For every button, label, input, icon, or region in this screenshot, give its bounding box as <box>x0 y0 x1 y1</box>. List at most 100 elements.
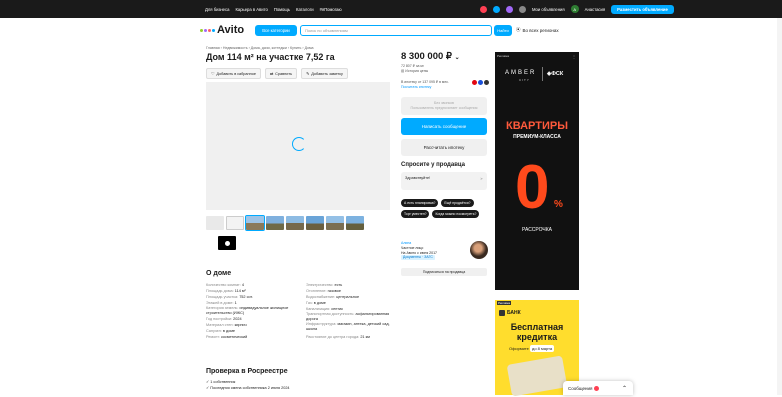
ad-label: Реклама <box>497 54 510 58</box>
bank-logo-icon <box>472 80 477 85</box>
quick-question-chip[interactable]: Ещё продаётся? <box>441 199 474 207</box>
ad-zero: 0 <box>515 153 550 222</box>
top-link-career[interactable]: Карьера в Авито <box>235 7 267 12</box>
thumbnail-photo-2[interactable] <box>266 216 284 230</box>
add-favorite-label: Добавить в избранное <box>216 71 256 76</box>
add-note-button[interactable]: ✎ Добавить заметку <box>301 68 348 79</box>
seller-docs-badge: Документы · ЗАГС <box>401 255 435 261</box>
thumbnail-photo-5[interactable] <box>326 216 344 230</box>
chevron-up-icon[interactable]: ⌃ <box>622 385 627 392</box>
top-link-catalogs[interactable]: Каталоги <box>296 7 314 12</box>
price[interactable]: 8 300 000 ₽ ⌄ <box>401 51 460 62</box>
bank-logos <box>472 80 489 85</box>
video-thumbnail[interactable] <box>218 236 236 250</box>
mortgage-link[interactable]: Посчитать ипотеку <box>401 85 487 90</box>
prop-key: Электричество: <box>306 283 334 287</box>
compare-label: Сравнить <box>275 71 293 76</box>
top-link-help-tag[interactable]: #яПомогаю <box>320 7 342 12</box>
prop-value: в доме <box>313 301 326 305</box>
post-listing-button[interactable]: Разместить объявление <box>611 4 674 14</box>
photo-thumbnails <box>206 215 364 231</box>
chart-icon: ▥ <box>401 69 405 73</box>
prop-row: Транспортная доступность: асфальтированн… <box>306 312 396 321</box>
prop-key: Категория земель: <box>206 306 239 310</box>
top-bar: Для бизнеса Карьера в Авито Помощь Катал… <box>0 0 782 18</box>
my-listings-link[interactable]: Мои объявления <box>532 7 565 12</box>
breadcrumb[interactable]: Главная › Недвижимость › Дома, дачи, кот… <box>206 46 314 50</box>
thumbnail-photo-6[interactable] <box>346 216 364 230</box>
top-link-help[interactable]: Помощь <box>274 7 290 12</box>
prop-key: Инфраструктура: <box>306 322 337 326</box>
list-item: ✓ Последняя смена собственника 2 июля 20… <box>206 386 290 390</box>
prop-key: Санузел: <box>206 329 222 333</box>
all-categories-button[interactable]: Все категории <box>255 24 297 36</box>
compare-button[interactable]: ⇄ Сравнить <box>264 68 298 79</box>
ask-seller-heading: Спросите у продавца <box>401 162 465 168</box>
seller-avatar[interactable] <box>470 241 488 259</box>
ask-seller-input[interactable]: Здравствуйте! ➤ <box>401 172 487 190</box>
thumbnail-photo-4[interactable] <box>306 216 324 230</box>
page-title: Дом 114 м² на участке 7,52 га <box>206 52 335 62</box>
about-heading: О доме <box>206 270 232 277</box>
ad-brand: AMBER <box>505 70 537 76</box>
prop-value: 752 сот. <box>239 295 253 299</box>
search-input[interactable]: Поиск по объявлениям <box>300 24 492 36</box>
more-icon[interactable]: ⋮ <box>572 54 576 59</box>
page-scrollbar[interactable] <box>777 18 782 395</box>
region-selector[interactable]: ⦿ Во всех регионах <box>516 27 559 33</box>
prop-key: Количество комнат: <box>206 283 241 287</box>
prop-value: 4 <box>241 283 244 287</box>
prop-row: Расстояние до центра города: 21 км <box>306 334 396 340</box>
thumbnail-photo-3[interactable] <box>286 216 304 230</box>
price-details: 72 807 ₽ за м² ▥ История цены <box>401 64 428 74</box>
subscribe-seller-button[interactable]: Подписаться на продавца <box>401 268 487 276</box>
add-favorite-button[interactable]: ♡ Добавить в избранное <box>206 68 261 79</box>
ad-bank-name: БАНК <box>507 310 521 316</box>
quick-question-chip[interactable]: Торг уместен? <box>401 210 430 218</box>
rosreestr-heading: Проверка в Росреестре <box>206 368 288 375</box>
avatar[interactable]: А <box>570 5 579 13</box>
ad-bank-logo: БАНК <box>499 310 521 316</box>
prop-value: 1 <box>234 301 237 305</box>
ad-banner-fsk[interactable]: Реклама ⋮ AMBER CITY ◈ФСК КВАРТИРЫ ПРЕМИ… <box>495 52 579 290</box>
unread-badge <box>594 385 600 391</box>
calculate-mortgage-button[interactable]: Рассчитать ипотеку <box>401 139 487 156</box>
prop-value: центральное <box>336 295 360 299</box>
photo-gallery[interactable] <box>206 82 390 210</box>
messages-widget[interactable]: Сообщения ⌃ <box>563 381 633 395</box>
bank-logo-icon <box>484 80 489 85</box>
ad-label: Реклама <box>497 301 512 305</box>
price-history-label: История цены <box>405 69 429 73</box>
quick-question-chip[interactable]: А есть планировка? <box>401 199 439 207</box>
top-user-area: Мои объявления А Анастасия Разместить об… <box>480 4 674 14</box>
ad-bank-offer: Оформите до 8 марта <box>509 345 555 352</box>
thumbnail-plan-1[interactable] <box>206 216 224 230</box>
quick-question-chip[interactable]: Когда можно посмотреть? <box>432 210 480 218</box>
avito-logo[interactable]: Avito <box>200 24 244 36</box>
prop-key: Водоснабжение: <box>306 295 336 299</box>
send-icon[interactable]: ➤ <box>480 176 483 181</box>
thumbnail-photo-1[interactable] <box>245 215 265 231</box>
no-calls-button: Без звонков Пользователь предпочитает со… <box>401 97 487 115</box>
notifications-icon[interactable] <box>493 5 500 13</box>
heart-outline-icon: ♡ <box>211 72 215 76</box>
price-value: 8 300 000 ₽ <box>401 51 452 62</box>
messages-icon[interactable] <box>506 5 513 13</box>
top-links: Для бизнеса Карьера в Авито Помощь Катал… <box>205 7 342 12</box>
prop-key: Ремонт: <box>206 335 221 339</box>
prop-value: газовое <box>327 289 341 293</box>
listing-actions: ♡ Добавить в избранное ⇄ Сравнить ✎ Добавит… <box>206 68 348 79</box>
price-history-link[interactable]: ▥ История цены <box>401 69 428 74</box>
user-name[interactable]: Анастасия <box>585 7 605 12</box>
compare-icon: ⇄ <box>269 72 274 76</box>
write-message-button[interactable]: Написать сообщение <box>401 118 487 135</box>
top-link-business[interactable]: Для бизнеса <box>205 7 229 12</box>
thumbnail-plan-2[interactable] <box>226 216 244 230</box>
bank-shield-icon <box>499 310 505 316</box>
heart-icon[interactable] <box>480 5 487 13</box>
cart-icon[interactable] <box>519 5 526 13</box>
find-button[interactable]: Найти <box>494 24 512 36</box>
logo-dots-icon <box>200 28 215 32</box>
prop-key: Расстояние до центра города: <box>306 335 360 339</box>
bank-logo-icon <box>478 80 483 85</box>
